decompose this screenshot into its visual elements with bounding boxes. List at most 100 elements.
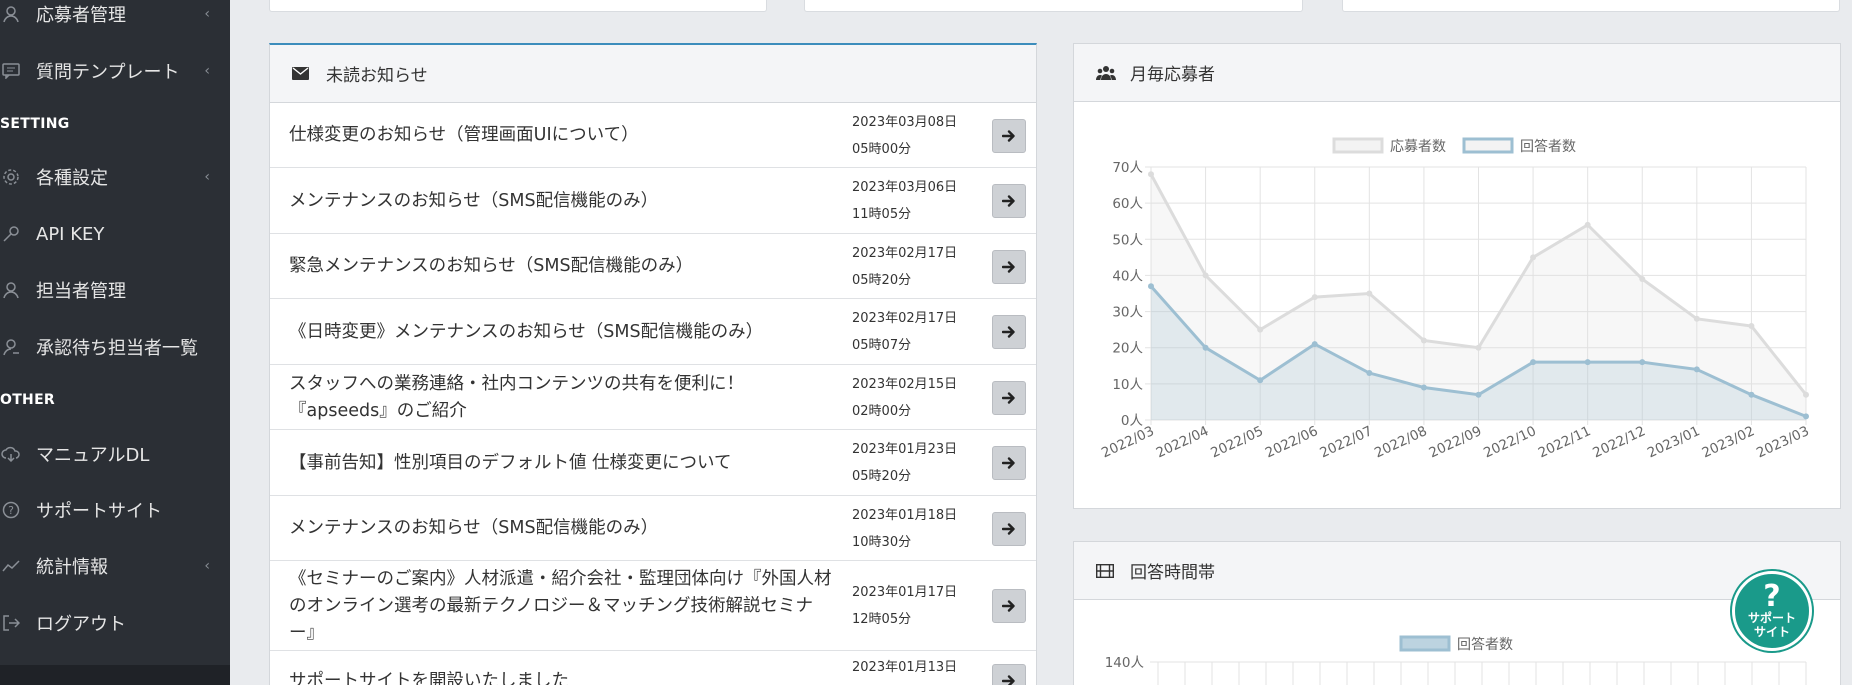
data-point xyxy=(1584,221,1591,228)
chat-icon xyxy=(0,60,22,82)
envelope-icon xyxy=(292,67,314,80)
x-tick-label: 2022/11 xyxy=(1536,423,1594,461)
data-point xyxy=(1202,344,1209,351)
data-point xyxy=(1530,254,1537,261)
news-item[interactable]: 《セミナーのご案内》人材派遣・紹介会社・監理団体向け『外国人材 のオンライン選考の… xyxy=(270,561,1036,651)
news-title[interactable]: サポートサイトを開設いたしました xyxy=(289,668,849,685)
panel-title: 未読お知らせ xyxy=(326,66,428,86)
users-icon xyxy=(1096,65,1118,81)
x-tick-label: 2022/09 xyxy=(1427,423,1485,461)
x-tick-label: 2023/01 xyxy=(1645,423,1703,461)
y-tick-label: 140人 xyxy=(1105,655,1145,671)
arrow-right-icon xyxy=(1002,675,1015,685)
data-point xyxy=(1311,341,1318,348)
data-point xyxy=(1584,359,1591,366)
news-title-line: サポートサイトを開設いたしました xyxy=(289,671,569,685)
data-point xyxy=(1366,370,1373,377)
data-point xyxy=(1257,377,1264,384)
chevron-left-icon: ‹ xyxy=(204,63,210,79)
open-news-button[interactable] xyxy=(992,664,1026,685)
x-tick-label: 2022/12 xyxy=(1590,423,1648,461)
news-item[interactable]: 《日時変更》メンテナンスのお知らせ（SMS配信機能のみ） 2023年02月17日 0… xyxy=(270,299,1036,365)
news-title[interactable]: 緊急メンテナンスのお知らせ（SMS配信機能のみ） xyxy=(289,253,849,280)
support-site-badge[interactable]: ? サポート サイト xyxy=(1732,571,1812,651)
user-icon xyxy=(0,279,22,301)
open-news-button[interactable] xyxy=(992,381,1026,415)
sidebar-item-settings[interactable]: 各種設定 ‹ xyxy=(0,157,230,197)
data-point xyxy=(1366,290,1373,297)
legend-swatch xyxy=(1462,137,1514,154)
news-date-day: 2023年01月17日 xyxy=(852,585,958,600)
news-item[interactable]: スタッフへの業務連絡・社内コンテンツの共有を便利に！ 『apseeds』のご紹介 2… xyxy=(270,365,1036,430)
legend-swatch xyxy=(1332,137,1384,154)
news-item[interactable]: サポートサイトを開設いたしました 2023年01月13日 xyxy=(270,651,1036,685)
news-item[interactable]: メンテナンスのお知らせ（SMS配信機能のみ） 2023年03月06日 11時05分 xyxy=(270,168,1036,234)
news-title[interactable]: 《日時変更》メンテナンスのお知らせ（SMS配信機能のみ） xyxy=(289,319,849,346)
news-title-line: メンテナンスのお知らせ（SMS配信機能のみ） xyxy=(289,518,659,538)
sidebar-item-applicants[interactable]: 応募者管理 ‹ xyxy=(0,0,230,34)
data-point xyxy=(1475,391,1482,398)
open-news-button[interactable] xyxy=(992,589,1026,623)
legend-swatch xyxy=(1399,635,1451,652)
open-news-button[interactable] xyxy=(992,119,1026,153)
sidebar-item-logout[interactable]: ログアウト xyxy=(0,603,230,643)
news-date: 2023年02月17日 05時20分 xyxy=(852,240,957,294)
data-point xyxy=(1475,344,1482,351)
legend-label: 回答者数 xyxy=(1520,138,1576,155)
sidebar-item-label: 承認待ち担当者一覧 xyxy=(36,338,198,359)
sidebar-item-label: 統計情報 xyxy=(36,557,108,578)
sidebar-footer xyxy=(0,665,230,685)
sidebar-item-support-site[interactable]: ? サポートサイト xyxy=(0,490,230,530)
data-point xyxy=(1420,384,1427,391)
x-tick-label: 2022/06 xyxy=(1263,423,1321,461)
response-time-chart: 回答者数 140人 xyxy=(1105,635,1807,685)
news-date-day: 2023年03月08日 xyxy=(852,115,958,130)
question-mark-icon: ? xyxy=(1763,579,1781,614)
arrow-right-icon xyxy=(1002,130,1015,142)
news-title[interactable]: 仕様変更のお知らせ（管理画面UIについて） xyxy=(289,122,849,149)
news-title[interactable]: メンテナンスのお知らせ（SMS配信機能のみ） xyxy=(289,515,849,542)
news-title-line: 【事前告知】性別項目のデフォルト値 仕様変更について xyxy=(289,453,732,473)
arrow-right-icon xyxy=(1002,523,1015,535)
data-point xyxy=(1693,315,1700,322)
news-date: 2023年03月06日 11時05分 xyxy=(852,174,957,228)
news-title[interactable]: 《セミナーのご案内》人材派遣・紹介会社・監理団体向け『外国人材 のオンライン選考の… xyxy=(289,566,849,647)
sidebar-item-statistics[interactable]: 統計情報 ‹ xyxy=(0,546,230,586)
open-news-button[interactable] xyxy=(992,315,1026,349)
top-card-stub xyxy=(804,0,1303,12)
sidebar-item-api-key[interactable]: API KEY xyxy=(0,214,230,254)
film-icon xyxy=(1096,563,1118,578)
arrow-right-icon xyxy=(1002,195,1015,207)
support-badge-line2: サイト xyxy=(1753,625,1790,639)
news-item[interactable]: 仕様変更のお知らせ（管理画面UIについて） 2023年03月08日 05時00分 xyxy=(270,103,1036,168)
sidebar-item-pending-staff[interactable]: 承認待ち担当者一覧 xyxy=(0,327,230,367)
news-item[interactable]: 【事前告知】性別項目のデフォルト値 仕様変更について 2023年01月23日 05時… xyxy=(270,430,1036,496)
sidebar-item-manual-dl[interactable]: マニュアルDL xyxy=(0,434,230,474)
news-title[interactable]: 【事前告知】性別項目のデフォルト値 仕様変更について xyxy=(289,450,849,477)
open-news-button[interactable] xyxy=(992,446,1026,480)
unread-news-panel: 未読お知らせ 仕様変更のお知らせ（管理画面UIについて） 2023年03月08日 0… xyxy=(269,43,1037,685)
cloud-download-icon xyxy=(0,443,22,465)
key-icon xyxy=(0,223,22,245)
data-point xyxy=(1148,171,1154,178)
data-point xyxy=(1420,337,1427,344)
news-item[interactable]: メンテナンスのお知らせ（SMS配信機能のみ） 2023年01月18日 10時30分 xyxy=(270,496,1036,561)
open-news-button[interactable] xyxy=(992,184,1026,218)
sidebar-item-label: ログアウト xyxy=(36,614,126,635)
support-badge-line1: サポート xyxy=(1747,611,1796,625)
panel-header: 月毎応募者 xyxy=(1074,44,1840,102)
open-news-button[interactable] xyxy=(992,512,1026,546)
arrow-right-icon xyxy=(1002,392,1015,404)
y-tick-label: 30人 xyxy=(1112,305,1143,321)
person-icon xyxy=(0,3,22,25)
sidebar-item-question-template[interactable]: 質問テンプレート ‹ xyxy=(0,51,230,91)
news-title[interactable]: スタッフへの業務連絡・社内コンテンツの共有を便利に！ 『apseeds』のご紹介 xyxy=(289,371,849,425)
sidebar-item-staff[interactable]: 担当者管理 xyxy=(0,270,230,310)
data-point xyxy=(1639,276,1646,283)
news-date: 2023年01月23日 05時20分 xyxy=(852,436,957,490)
news-date-day: 2023年03月06日 xyxy=(852,180,958,195)
news-title[interactable]: メンテナンスのお知らせ（SMS配信機能のみ） xyxy=(289,188,849,215)
news-item[interactable]: 緊急メンテナンスのお知らせ（SMS配信機能のみ） 2023年02月17日 05時20… xyxy=(270,234,1036,299)
open-news-button[interactable] xyxy=(992,250,1026,284)
x-tick-label: 2022/08 xyxy=(1372,423,1430,461)
